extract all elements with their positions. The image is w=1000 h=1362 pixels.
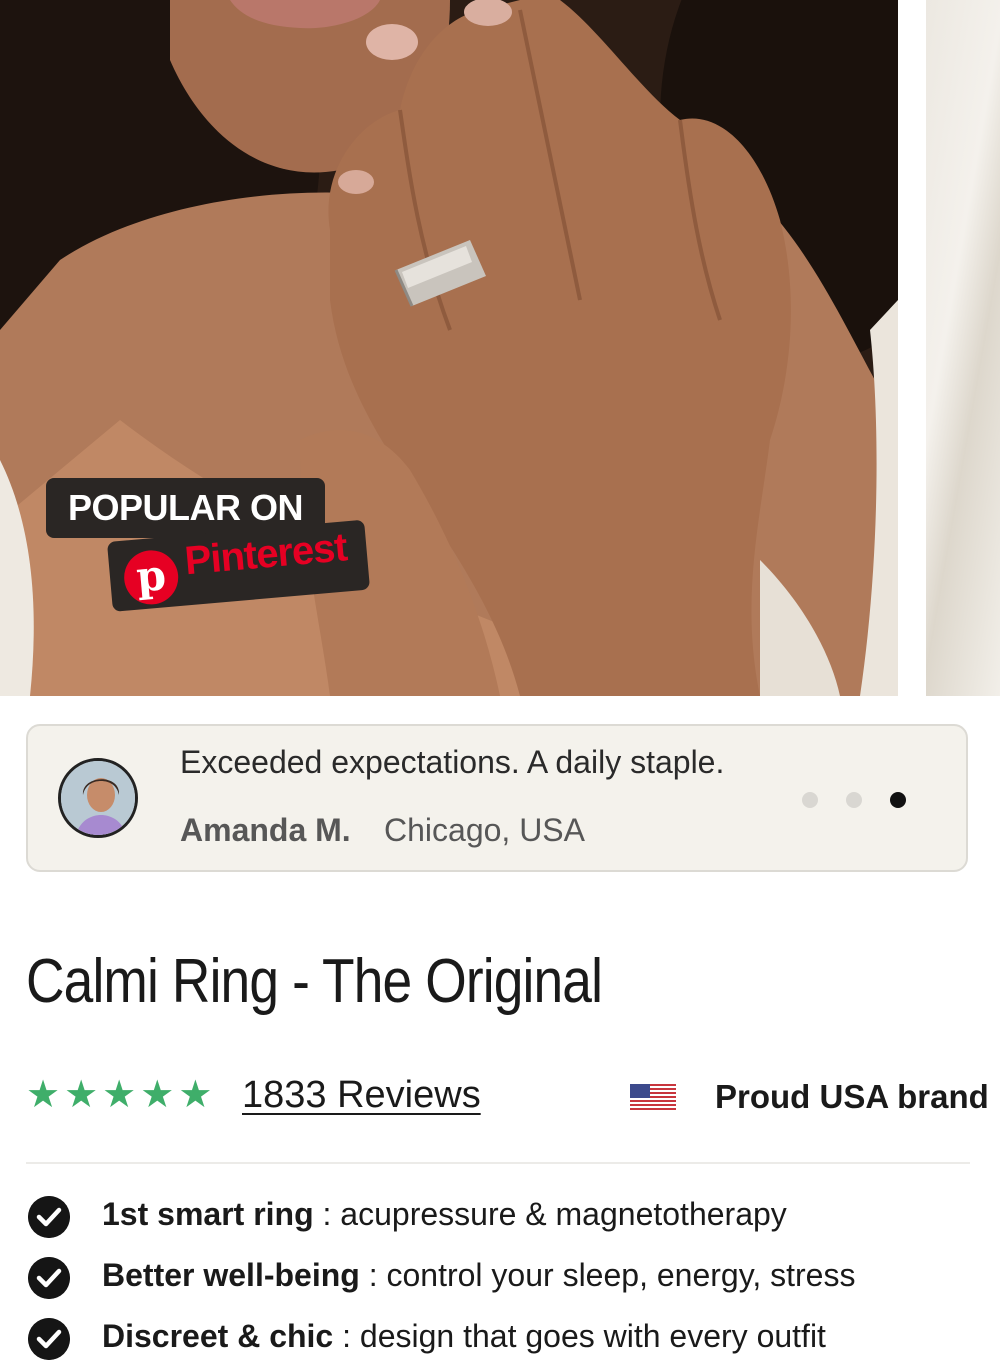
rating-stars[interactable]: ★ ★ ★ ★ ★ [26, 1076, 212, 1114]
section-divider [26, 1162, 970, 1164]
testimonial-quote: Exceeded expectations. A daily staple. [180, 744, 725, 780]
usa-flag-icon [630, 1084, 676, 1110]
product-title: Calmi Ring - The Original [26, 947, 603, 1016]
feature-description: design that goes with every outfit [359, 1318, 826, 1354]
feature-separator: : [359, 1257, 387, 1293]
pinterest-logo-icon: p [121, 548, 181, 607]
carousel-dot-1[interactable] [802, 792, 818, 808]
feature-title: Better well-being [102, 1257, 360, 1293]
carousel-dot-2[interactable] [846, 792, 862, 808]
carousel-pagination [802, 792, 906, 808]
checkmark-icon [28, 1257, 70, 1299]
feature-description: control your sleep, energy, stress [386, 1257, 856, 1293]
checkmark-icon [28, 1318, 70, 1360]
testimonial-location: Chicago, USA [384, 812, 585, 848]
reviewer-avatar [58, 758, 138, 838]
feature-separator: : [313, 1196, 341, 1232]
product-photo-next-peek[interactable] [926, 0, 1000, 696]
carousel-dot-3[interactable] [890, 792, 906, 808]
star-icon: ★ [26, 1074, 61, 1116]
pinterest-wordmark: Pinterest [183, 525, 349, 584]
star-icon: ★ [178, 1074, 213, 1116]
product-image-gallery[interactable]: POPULAR ON p Pinterest [0, 0, 1000, 696]
star-icon: ★ [64, 1074, 99, 1116]
reviews-link[interactable]: 1833 Reviews [242, 1074, 481, 1117]
product-photo-main[interactable]: POPULAR ON p Pinterest [0, 0, 898, 696]
feature-title: Discreet & chic [102, 1318, 334, 1354]
feature-separator: : [333, 1318, 360, 1354]
checkmark-icon [28, 1196, 70, 1238]
proud-usa-brand-label: Proud USA brand [715, 1078, 989, 1115]
testimonial-carousel[interactable]: Exceeded expectations. A daily staple. A… [26, 724, 968, 872]
star-icon: ★ [140, 1074, 175, 1116]
feature-title: 1st smart ring [102, 1196, 314, 1232]
testimonial-author: Amanda M. [180, 812, 351, 848]
feature-description: acupressure & magnetotherapy [340, 1196, 787, 1232]
star-icon: ★ [102, 1074, 137, 1116]
